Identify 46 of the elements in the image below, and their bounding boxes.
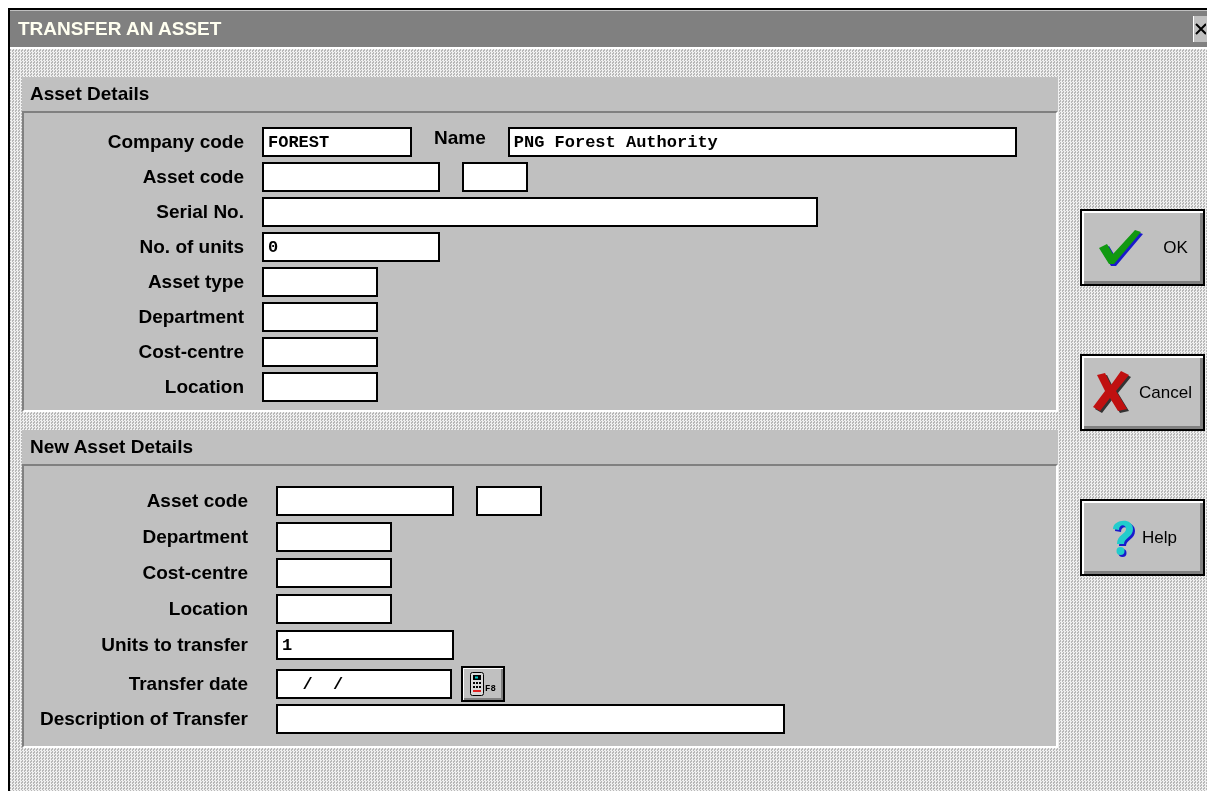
input-field[interactable]: / / xyxy=(276,669,452,699)
input-field[interactable]: FOREST xyxy=(262,127,412,157)
help-button[interactable]: Help xyxy=(1080,499,1205,576)
input-field[interactable] xyxy=(262,302,378,332)
field-label: Department xyxy=(141,526,248,548)
cancel-button[interactable]: Cancel xyxy=(1080,354,1205,431)
field-label: Asset code xyxy=(145,490,248,512)
field-label: Serial No. xyxy=(155,201,244,223)
field-label: Location xyxy=(167,598,248,620)
field-label: No. of units xyxy=(138,236,244,258)
input-field[interactable] xyxy=(276,594,392,624)
input-field[interactable]: 0 xyxy=(262,232,440,262)
input-field[interactable] xyxy=(276,522,392,552)
field-label: Asset code xyxy=(141,166,244,188)
input-field[interactable] xyxy=(462,162,528,192)
field-label: Company code xyxy=(106,131,244,153)
field-label: Location xyxy=(163,376,244,398)
field-label: Asset type xyxy=(146,271,244,293)
input-field[interactable] xyxy=(262,162,440,192)
input-field[interactable]: 1 xyxy=(276,630,454,660)
calculator-button[interactable]: F8 xyxy=(461,666,505,702)
section-title: Asset Details xyxy=(30,83,150,105)
field-label: Description of Transfer xyxy=(39,708,248,730)
input-field[interactable] xyxy=(476,486,542,516)
cross-icon xyxy=(1093,370,1134,415)
input-field[interactable] xyxy=(276,486,454,516)
close-icon xyxy=(1194,22,1206,36)
window-title: TRANSFER AN ASSET xyxy=(17,18,222,40)
field-label: Units to transfer xyxy=(100,634,248,656)
input-field[interactable] xyxy=(262,267,378,297)
close-button[interactable] xyxy=(1193,16,1207,42)
section-title: New Asset Details xyxy=(30,436,193,458)
field-label: Name xyxy=(434,127,486,149)
input-field[interactable] xyxy=(276,558,392,588)
ok-button[interactable]: OK xyxy=(1080,209,1205,286)
input-field[interactable] xyxy=(262,197,818,227)
field-label: Cost-centre xyxy=(137,341,244,363)
input-field[interactable] xyxy=(262,372,378,402)
calculator-icon xyxy=(470,672,485,696)
input-field[interactable] xyxy=(276,704,785,734)
field-label: Cost-centre xyxy=(141,562,248,584)
input-field[interactable] xyxy=(262,337,378,367)
field-label: Department xyxy=(137,306,244,328)
field-label: Transfer date xyxy=(127,673,248,695)
check-icon xyxy=(1097,227,1146,268)
input-field[interactable]: PNG Forest Authority xyxy=(507,127,1017,157)
